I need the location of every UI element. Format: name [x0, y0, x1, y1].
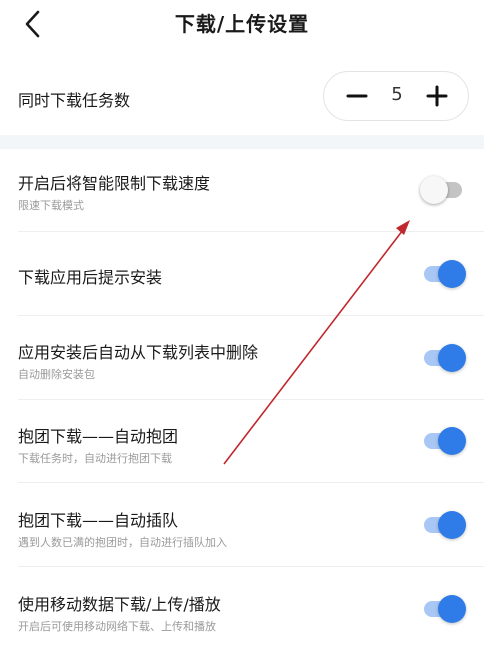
setting-sublabel: 遇到人数已满的抱团时，自动进行插队加入: [18, 536, 227, 549]
quantity-stepper: 5: [323, 71, 469, 121]
page-title: 下载/上传设置: [174, 12, 310, 36]
speed-limit-toggle[interactable]: [420, 175, 466, 205]
setting-sublabel: 限速下载模式: [18, 199, 84, 212]
minus-icon: [346, 94, 368, 98]
prompt-install-toggle[interactable]: [420, 259, 466, 289]
auto-group-toggle[interactable]: [420, 426, 466, 456]
setting-sublabel: 开启后可使用移动网络下载、上传和播放: [18, 620, 216, 633]
header-bar: 下载/上传设置: [0, 0, 484, 48]
setting-sublabel: 自动删除安装包: [18, 368, 95, 381]
concurrent-downloads-row: 同时下载任务数 5: [0, 68, 484, 126]
setting-label: 下载应用后提示安装: [18, 268, 163, 287]
setting-row-auto-delete: 应用安装后自动从下载列表中删除 自动删除安装包: [0, 316, 484, 400]
setting-label: 抱团下载——自动插队: [18, 511, 179, 530]
auto-delete-toggle[interactable]: [420, 343, 466, 373]
setting-label: 应用安装后自动从下载列表中删除: [18, 343, 259, 362]
setting-row-prompt-install: 下载应用后提示安装: [0, 232, 484, 316]
setting-row-speed-limit: 开启后将智能限制下载速度 限速下载模式: [0, 149, 484, 232]
setting-label: 使用移动数据下载/上传/播放: [18, 595, 221, 614]
concurrent-downloads-label: 同时下载任务数: [18, 91, 131, 110]
setting-row-auto-group: 抱团下载——自动抱团 下载任务时，自动进行抱团下载: [0, 400, 484, 483]
increment-button[interactable]: [424, 82, 450, 110]
setting-label: 开启后将智能限制下载速度: [18, 174, 211, 193]
section-divider: [0, 135, 484, 149]
mobile-data-toggle[interactable]: [420, 594, 466, 624]
setting-sublabel: 下载任务时，自动进行抱团下载: [18, 452, 172, 465]
setting-row-auto-queue: 抱团下载——自动插队 遇到人数已满的抱团时，自动进行插队加入: [0, 483, 484, 567]
setting-label: 抱团下载——自动抱团: [18, 427, 179, 446]
setting-row-mobile-data: 使用移动数据下载/上传/播放 开启后可使用移动网络下载、上传和播放: [0, 567, 484, 648]
auto-queue-toggle[interactable]: [420, 510, 466, 540]
stepper-value: 5: [391, 84, 403, 105]
plus-icon: [426, 85, 448, 107]
decrement-button[interactable]: [344, 82, 370, 110]
